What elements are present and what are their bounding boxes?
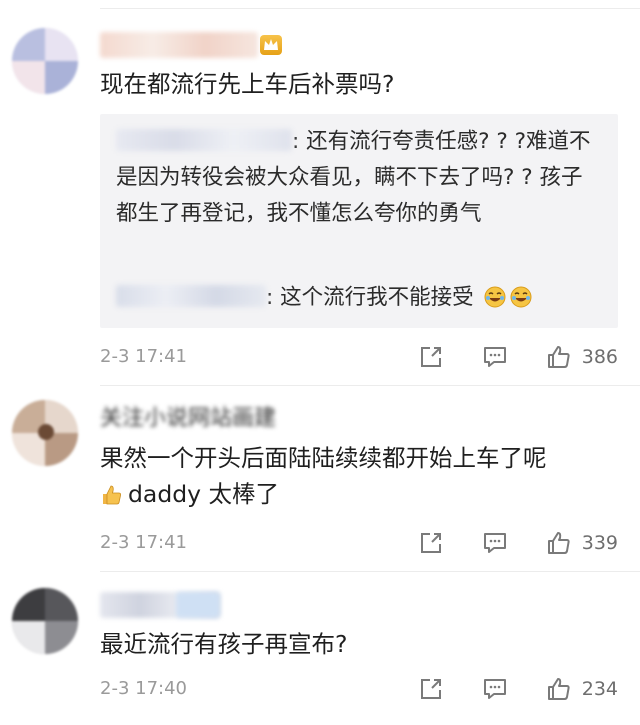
comment-3: 最近流行有孩子再宣布? 2-3 17:40 234 (0, 572, 640, 725)
timestamp: 2-3 17:41 (100, 346, 187, 367)
share-button[interactable] (418, 530, 444, 556)
avatar[interactable] (12, 588, 78, 654)
comment-icon (483, 679, 506, 699)
comment-1: 现在都流行先上车后补票吗? : 还有流行夸责任感? ? ?难道不是因为转役会被大… (0, 0, 640, 385)
thumbs-up-icon (547, 532, 570, 554)
share-icon (420, 533, 441, 553)
share-button[interactable] (418, 344, 444, 370)
comment-text: 果然一个开头后面陆陆续续都开始上车了呢 daddy 太棒了 (100, 440, 620, 512)
laughing-crying-emoji-icon (510, 286, 532, 308)
like-count: 339 (581, 532, 618, 554)
comment-text: 最近流行有孩子再宣布? (100, 630, 348, 658)
share-button[interactable] (418, 676, 444, 702)
comment-button[interactable] (482, 676, 508, 702)
reply-nickname-blurred[interactable] (116, 129, 292, 151)
comment-text: 现在都流行先上车后补票吗? (100, 70, 395, 98)
comment-icon (483, 347, 506, 367)
avatar[interactable] (12, 28, 78, 94)
comment-button[interactable] (482, 344, 508, 370)
like-button[interactable]: 386 (546, 344, 618, 370)
reply-2: : 这个流行我不能接受 (116, 280, 602, 316)
thumbs-up-icon (547, 346, 570, 368)
badge-blurred (176, 592, 220, 618)
reply-nickname-blurred[interactable] (116, 285, 266, 307)
comment-2: 关注小说网站画建 果然一个开头后面陆陆续续都开始上车了呢 daddy 太棒了 2… (0, 386, 640, 571)
action-bar: 234 (418, 674, 618, 704)
crown-badge-icon (260, 35, 282, 55)
comment-button[interactable] (482, 530, 508, 556)
action-bar: 386 (418, 342, 618, 372)
avatar[interactable] (12, 400, 78, 466)
reply-box[interactable]: : 还有流行夸责任感? ? ?难道不是因为转役会被大众看见，瞒不下去了吗? ? … (100, 114, 618, 328)
thumbs-up-icon (547, 678, 570, 700)
reply-1: : 还有流行夸责任感? ? ?难道不是因为转役会被大众看见，瞒不下去了吗? ? … (116, 124, 602, 232)
nickname-blurred[interactable]: 关注小说网站画建 (100, 406, 276, 432)
comment-icon (483, 533, 506, 553)
nickname-blurred[interactable] (100, 32, 258, 58)
like-button[interactable]: 234 (546, 676, 618, 702)
like-count: 234 (581, 678, 618, 700)
share-icon (420, 679, 441, 699)
like-button[interactable]: 339 (546, 530, 618, 556)
comment-text-line-2-text: daddy 太棒了 (128, 480, 280, 508)
reply-2-text: : 这个流行我不能接受 (266, 285, 474, 310)
share-icon (420, 347, 441, 367)
comment-text-line-2: daddy 太棒了 (100, 476, 620, 512)
action-bar: 339 (418, 528, 618, 558)
laughing-crying-emoji-icon (484, 286, 506, 308)
comment-text-line-1: 果然一个开头后面陆陆续续都开始上车了呢 (100, 444, 547, 472)
like-count: 386 (581, 346, 618, 368)
thumbs-up-emoji-icon (103, 485, 121, 505)
timestamp: 2-3 17:41 (100, 532, 187, 553)
timestamp: 2-3 17:40 (100, 678, 187, 699)
